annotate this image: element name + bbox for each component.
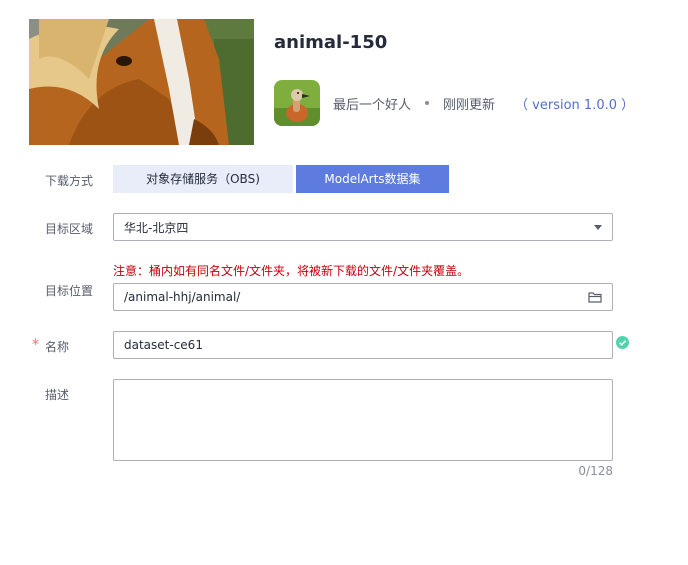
description-textarea[interactable] [113,379,613,461]
required-mark: * [32,337,39,353]
target-location-label: 目标位置 [45,284,94,298]
target-region-label: 目标区域 [45,222,94,236]
author-name[interactable]: 最后一个好人 [333,94,411,113]
name-label: 名称 [45,340,70,354]
duck-avatar-icon [274,80,320,126]
tab-modelarts[interactable]: ModelArts数据集 [296,165,449,193]
check-circle-icon [616,336,629,349]
separator-dot-icon [425,101,430,105]
name-input[interactable]: dataset-ce61 [113,331,613,359]
download-method-tabs: 对象存储服务（OBS) ModelArts数据集 [113,165,449,193]
caret-down-icon[interactable] [594,224,602,230]
description-label: 描述 [45,388,70,402]
target-location-input[interactable]: /animal-hhj/animal/ [113,283,613,311]
dataset-cover-image [29,19,254,145]
target-region-value: 华北-北京四 [124,220,189,235]
location-warning: 注意：桶内如有同名文件/文件夹，将被新下载的文件/文件夹覆盖。 [113,264,470,278]
target-region-select[interactable]: 华北-北京四 [113,213,613,241]
updated-time: 刚刚更新 [443,97,496,113]
dataset-title: animal-150 [274,32,388,53]
dataset-meta: 最后一个好人 刚刚更新 （ version 1.0.0 ） [333,93,634,113]
download-method-label: 下载方式 [45,174,94,188]
name-value: dataset-ce61 [124,338,203,352]
target-location-value: /animal-hhj/animal/ [124,290,241,304]
description-counter: 0/128 [578,464,613,478]
folder-icon[interactable] [588,290,602,304]
version-label: （ version 1.0.0 ） [515,97,635,113]
tab-obs[interactable]: 对象存储服务（OBS) [113,165,293,193]
